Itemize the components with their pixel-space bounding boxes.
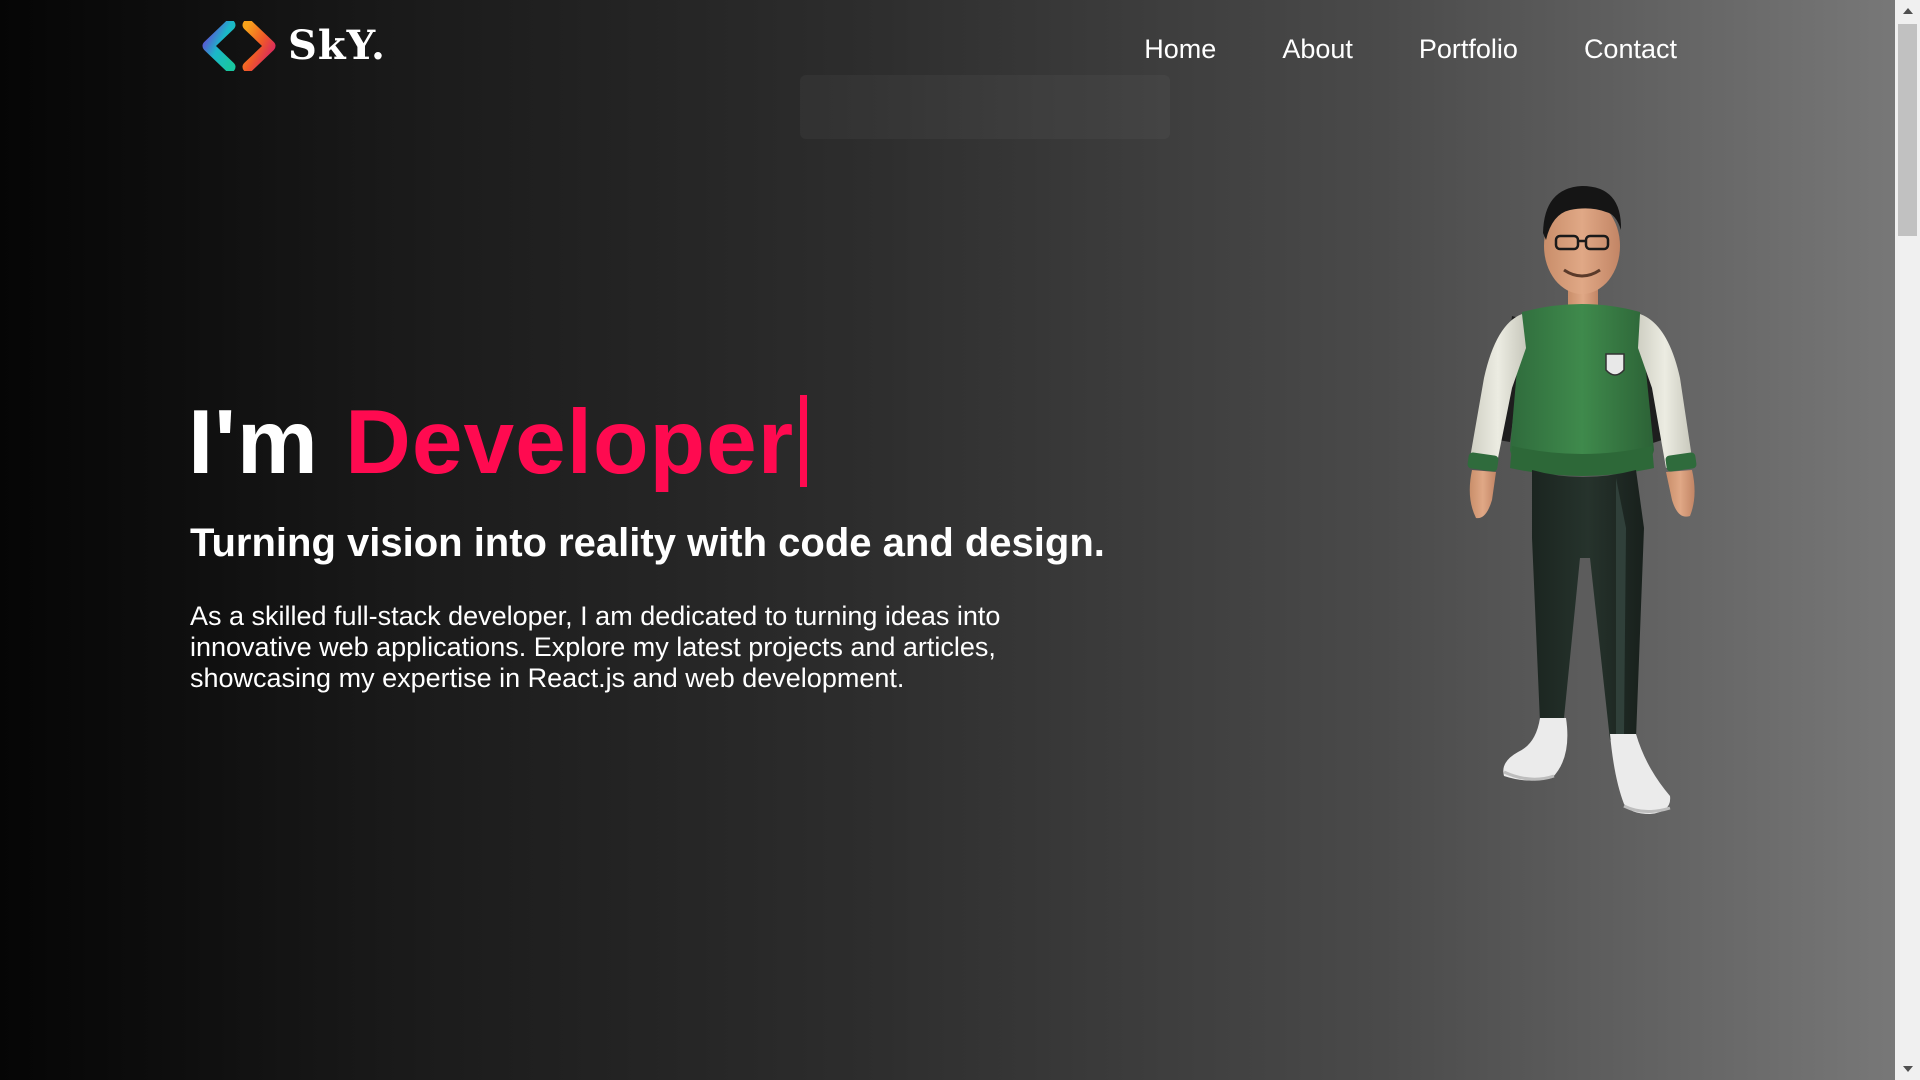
- code-brackets-icon: [202, 21, 276, 71]
- scrollbar-thumb[interactable]: [1898, 24, 1917, 236]
- hero-description: As a skilled full-stack developer, I am …: [190, 601, 1001, 693]
- scroll-down-arrow-icon[interactable]: [1895, 1058, 1920, 1080]
- site-logo[interactable]: SkY.: [196, 20, 386, 72]
- hero-title: I'm Developer: [188, 388, 808, 498]
- brand-name: SkY.: [288, 22, 386, 69]
- portfolio-page: SkY. Home About Portfolio Contact I'm De…: [0, 0, 1895, 1080]
- nav-portfolio[interactable]: Portfolio: [1419, 32, 1518, 66]
- hero-subtitle: Turning vision into reality with code an…: [190, 521, 1105, 565]
- hero-title-accent: Developer: [345, 392, 795, 493]
- scroll-up-arrow-icon[interactable]: [1895, 0, 1920, 22]
- main-nav: Home About Portfolio Contact: [1144, 32, 1677, 66]
- 3d-developer-avatar: [1467, 186, 1697, 814]
- nav-contact[interactable]: Contact: [1584, 32, 1677, 66]
- hero-title-prefix: I'm: [188, 392, 319, 493]
- nav-home[interactable]: Home: [1144, 32, 1216, 66]
- nav-about[interactable]: About: [1282, 32, 1353, 66]
- typing-caret: [800, 395, 808, 487]
- ghost-banner: [800, 75, 1170, 139]
- vertical-scrollbar[interactable]: [1895, 0, 1920, 1080]
